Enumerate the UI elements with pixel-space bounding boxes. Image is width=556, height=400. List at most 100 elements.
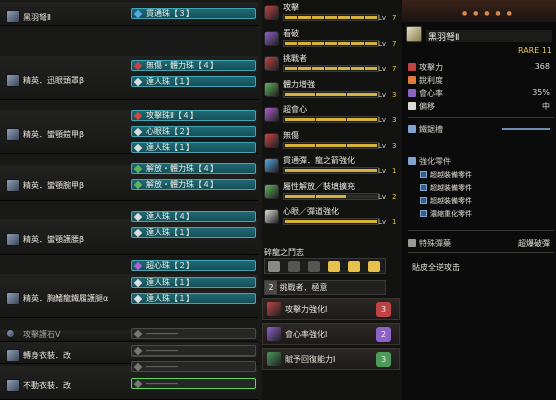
skill-name: 心眼／彈道強化	[283, 207, 339, 216]
decoration-slot[interactable]: ――――	[131, 328, 256, 339]
skill-level: Lv 1	[378, 167, 397, 175]
level-pip	[311, 16, 324, 19]
kinship-skill[interactable]: 賦予回復能力Ⅰ 3	[262, 348, 400, 370]
upgrade-item: 超越裝備零件	[420, 170, 472, 180]
decoration-slot[interactable]: 貫通珠【３】	[131, 8, 256, 19]
mantle-icon	[6, 349, 20, 362]
decoration-gem-icon	[133, 278, 143, 288]
level-pip	[364, 41, 377, 45]
divider	[408, 230, 554, 231]
decoration-slot[interactable]: 達人珠【１】	[131, 142, 256, 153]
weapon-stat: 會心率 35%	[408, 88, 554, 99]
stat-label: 會心率	[419, 89, 443, 98]
decoration-slot[interactable]: 無傷・體力珠【４】	[131, 60, 256, 71]
set-bonus-item-name: 挑戰者．極意	[279, 283, 328, 292]
skill-row[interactable]: 挑戰者 Lv 7	[262, 53, 400, 75]
skill-level: Lv 3	[378, 141, 397, 150]
level-pip	[338, 41, 351, 45]
decoration-gem-icon	[133, 362, 143, 372]
coating-label: 鐵鋸槽	[419, 125, 443, 134]
decoration-slot[interactable]: 心眼珠【２】	[131, 126, 256, 137]
upgrade-part-icon	[420, 210, 427, 217]
set-piece-icon	[288, 261, 300, 272]
set-bonus-title: 碎龍之鬥志	[264, 248, 304, 257]
level-pip	[285, 67, 298, 70]
level-pip	[351, 67, 364, 70]
upgrade-label: 濃縮重化零件	[430, 210, 472, 218]
decoration-label: 貫通珠【３】	[146, 9, 194, 18]
stat-label: 銳利度	[419, 76, 443, 85]
decoration-gem-icon	[133, 127, 143, 137]
kinship-icon	[267, 352, 281, 366]
level-pip	[298, 41, 311, 45]
decoration-slot[interactable]: ――――	[131, 378, 256, 389]
stat-icon	[408, 89, 416, 97]
level-pip	[285, 169, 377, 172]
decoration-slot[interactable]: ――――	[131, 345, 256, 356]
skill-name: 超會心	[283, 105, 307, 114]
level-pip	[316, 194, 346, 198]
decoration-gem-icon	[133, 180, 143, 190]
skills-panel: 攻擊 Lv 7 看破 Lv 7 挑戰者 Lv 7 體力增強 Lv 3 超會心 Lv 3 無傷 Lv 3 貫通彈．龍之…	[262, 0, 402, 400]
skill-level: Lv 1	[378, 218, 397, 226]
skill-row[interactable]: 屬性解放／裝填擴充 Lv 2	[262, 181, 400, 203]
weapon-stat: 偏移 中	[408, 101, 554, 112]
decoration-slot[interactable]: 超心珠【２】	[131, 260, 256, 271]
waist-armor-icon	[6, 233, 20, 246]
skill-row[interactable]: 心眼／彈道強化 Lv 1	[262, 206, 400, 228]
set-piece-icon	[368, 261, 380, 272]
decoration-label: 達人珠【１】	[146, 77, 194, 86]
skill-name: 屬性解放／裝填擴充	[283, 181, 355, 191]
decoration-label: 達人珠【１】	[146, 294, 194, 303]
decoration-gem-icon	[133, 261, 143, 271]
skill-level-bar	[283, 167, 379, 174]
level-pip	[324, 67, 338, 70]
arm-armor-icon	[6, 179, 20, 192]
skill-row[interactable]: 貫通彈．龍之箭強化 Lv 1	[262, 155, 400, 177]
skill-level-bar	[283, 90, 379, 98]
skill-row[interactable]: 無傷 Lv 3	[262, 130, 400, 152]
decoration-gem-icon	[133, 228, 143, 238]
set-piece-icon	[348, 261, 360, 272]
level-pip	[298, 67, 311, 70]
skill-row[interactable]: 體力增強 Lv 3	[262, 79, 400, 101]
weapon-details-panel: ● ● ● ● ● 黑羽弩Ⅱ RARE 11 攻擊力 368 銳利度 會心率 35% 偏移…	[402, 0, 556, 400]
level-pip	[324, 41, 338, 45]
upgrade-part-icon	[420, 197, 427, 204]
skill-icon	[264, 209, 279, 224]
skill-level-bar	[283, 65, 379, 72]
set-bonus-count: 2	[265, 281, 277, 294]
decoration-slot[interactable]: 達人珠【１】	[131, 277, 256, 288]
skill-level: Lv 2	[378, 192, 397, 201]
skill-icon	[264, 132, 279, 148]
level-pip	[364, 16, 377, 19]
decoration-slot[interactable]: 達人珠【１】	[131, 293, 256, 304]
skill-row[interactable]: 看破 Lv 7	[262, 28, 400, 50]
set-bonus-item: 2 挑戰者．極意	[264, 280, 386, 295]
level-pip	[347, 92, 377, 96]
kinship-skill[interactable]: 會心率強化Ⅰ 2	[262, 323, 400, 345]
decoration-slot[interactable]: 解放・體力珠【４】	[131, 179, 256, 190]
upgrades-title: 強化零件	[408, 156, 451, 167]
decoration-gem-icon	[133, 329, 143, 339]
decoration-slot[interactable]: 達人珠【１】	[131, 227, 256, 238]
skill-row[interactable]: 攻擊 Lv 7	[262, 2, 400, 24]
skill-level-bar	[283, 116, 379, 123]
decoration-slot[interactable]: 攻擊珠Ⅱ【４】	[131, 110, 256, 121]
equipment-name: 黑羽弩Ⅱ	[23, 13, 51, 22]
decoration-slot[interactable]: ――――	[131, 361, 256, 372]
upgrade-part-icon	[420, 184, 427, 191]
equipment-name: 轉身衣裝．改	[23, 351, 71, 360]
decoration-slot[interactable]: 達人珠【４】	[131, 211, 256, 222]
decoration-label: 達人珠【１】	[146, 143, 194, 152]
skill-row[interactable]: 超會心 Lv 3	[262, 104, 400, 126]
kinship-skill[interactable]: 攻擊力強化Ⅰ 3	[262, 298, 400, 320]
decoration-slot[interactable]: 解放・體力珠【４】	[131, 163, 256, 174]
level-pip	[285, 194, 315, 198]
level-pip	[316, 143, 346, 147]
slot-icon	[408, 125, 416, 133]
decoration-slot[interactable]: 達人珠【１】	[131, 76, 256, 87]
skill-level: Lv 3	[378, 116, 397, 124]
kinship-name: 賦予回復能力Ⅰ	[285, 355, 336, 364]
weapon-name: 黑羽弩Ⅱ	[426, 30, 552, 43]
